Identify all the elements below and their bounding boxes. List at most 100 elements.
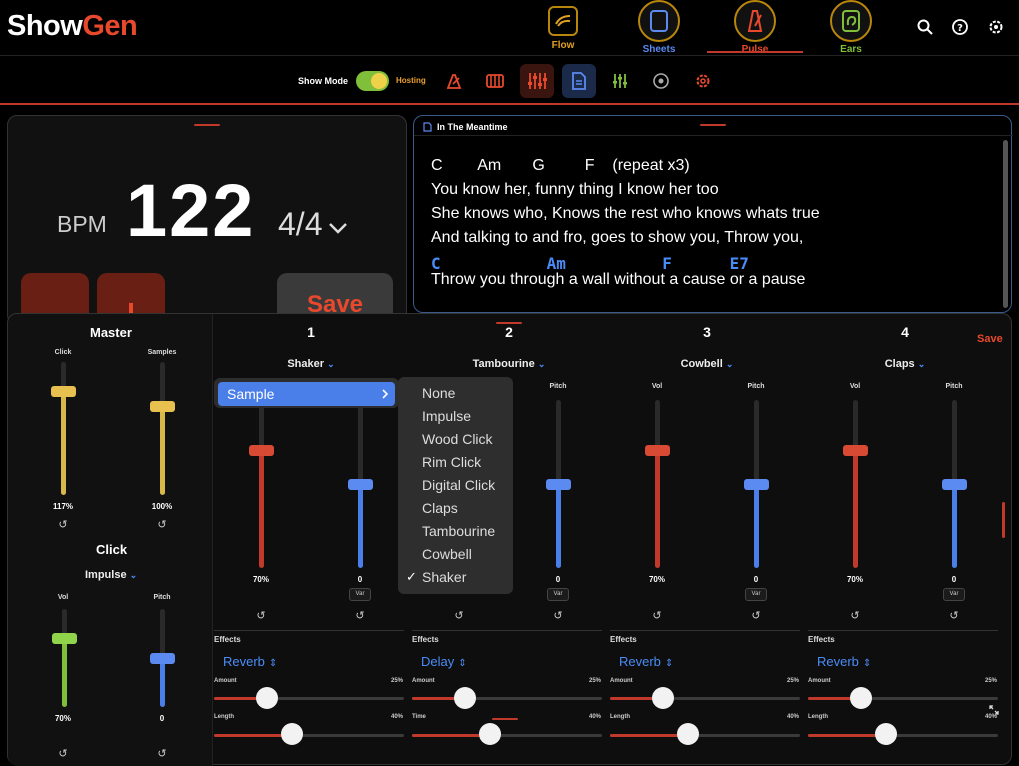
reset-icon[interactable]: ↺ bbox=[947, 609, 961, 622]
channel-vol-slider-thumb[interactable] bbox=[843, 445, 868, 457]
channel-pitch-slider-thumb[interactable] bbox=[744, 479, 769, 490]
chevron-down-icon: ⌄ bbox=[129, 570, 138, 580]
effect-select[interactable]: Delay ⇕ bbox=[421, 654, 467, 669]
samples-level-slider-thumb[interactable] bbox=[150, 400, 175, 412]
nav-tab-ears[interactable]: Ears bbox=[803, 0, 899, 56]
master-title: Master bbox=[90, 325, 132, 340]
click-level-slider-thumb[interactable] bbox=[51, 386, 76, 398]
record-tool-button[interactable] bbox=[644, 64, 678, 98]
menu-item-sample[interactable]: Sample bbox=[218, 382, 395, 406]
submenu-item[interactable]: Tambourine bbox=[422, 523, 495, 539]
submenu-item[interactable]: None bbox=[422, 385, 455, 401]
channel-vol-slider-thumb[interactable] bbox=[249, 445, 274, 457]
reset-icon[interactable]: ↺ bbox=[353, 609, 367, 622]
nav-tab-pulse[interactable]: Pulse bbox=[707, 0, 803, 56]
nav-tab-label: Flow bbox=[551, 40, 575, 51]
channel-sound-value: Shaker bbox=[287, 358, 325, 370]
param-knob[interactable] bbox=[478, 723, 501, 745]
submenu-item[interactable]: Shaker bbox=[422, 569, 466, 585]
search-icon[interactable] bbox=[916, 18, 934, 36]
time-signature-select[interactable]: 4/4 bbox=[278, 206, 348, 243]
channel-number: 2 bbox=[505, 324, 513, 340]
lyric-line: And talking to and fro, goes to show you… bbox=[431, 229, 804, 246]
reset-icon[interactable]: ↺ bbox=[650, 609, 664, 622]
nav-tab-flow[interactable]: Flow bbox=[515, 0, 611, 56]
submenu-item[interactable]: Claps bbox=[422, 500, 458, 516]
flow-icon bbox=[555, 15, 571, 27]
channel-sound-dropdown[interactable]: Shaker ⌄ bbox=[271, 358, 351, 370]
submenu-item[interactable]: Impulse bbox=[422, 408, 471, 424]
amount-fill bbox=[412, 697, 460, 700]
reset-icon[interactable]: ↺ bbox=[254, 609, 268, 622]
settings-tool-button[interactable] bbox=[686, 64, 720, 98]
reset-icon[interactable]: ↺ bbox=[749, 609, 763, 622]
chevron-updown-icon: ⇕ bbox=[458, 658, 467, 669]
channel-pitch-slider-thumb[interactable] bbox=[942, 479, 967, 490]
click-pitch-slider-thumb[interactable] bbox=[150, 653, 175, 664]
amount-fill bbox=[214, 697, 262, 700]
mixer-scrollbar[interactable] bbox=[1002, 502, 1005, 538]
show-mode-toggle[interactable] bbox=[356, 71, 389, 91]
param-knob[interactable] bbox=[874, 723, 897, 745]
effect-value: Reverb bbox=[223, 654, 265, 669]
reset-icon[interactable]: ↺ bbox=[452, 609, 466, 622]
channel-pitch-slider-track[interactable] bbox=[744, 400, 769, 568]
nav-tab-sheets[interactable]: Sheets bbox=[611, 0, 707, 56]
param-knob[interactable] bbox=[676, 723, 699, 745]
channel-pitch-slider-track[interactable] bbox=[546, 400, 571, 568]
active-tab-underline bbox=[707, 51, 803, 53]
submenu-item[interactable]: Wood Click bbox=[422, 431, 493, 447]
variation-button[interactable]: Var bbox=[943, 588, 965, 601]
mixer-save-button[interactable]: Save bbox=[977, 333, 1003, 345]
click-vol-slider-track[interactable] bbox=[52, 609, 77, 707]
channel-sound-dropdown[interactable]: Claps ⌄ bbox=[865, 358, 945, 370]
param-knob[interactable] bbox=[280, 723, 303, 745]
reset-icon[interactable]: ↺ bbox=[848, 609, 862, 622]
channel-vol-slider-track[interactable] bbox=[843, 400, 868, 568]
channel-vol-slider-track[interactable] bbox=[645, 400, 670, 568]
channel-pitch-slider-thumb[interactable] bbox=[348, 479, 373, 490]
click-pitch-slider-track[interactable] bbox=[150, 609, 175, 707]
effect-select[interactable]: Reverb ⇕ bbox=[619, 654, 673, 669]
help-icon[interactable]: ? bbox=[951, 18, 969, 36]
effect-select[interactable]: Reverb ⇕ bbox=[817, 654, 871, 669]
channel-sound-dropdown[interactable]: Cowbell ⌄ bbox=[667, 358, 747, 370]
reset-icon[interactable]: ↺ bbox=[56, 747, 70, 760]
bpm-value[interactable]: 122 bbox=[126, 168, 255, 253]
click-level-slider-track[interactable] bbox=[51, 362, 76, 495]
click-vol-slider-thumb[interactable] bbox=[52, 633, 77, 645]
mixer-tool-button[interactable] bbox=[520, 64, 554, 98]
effect-select[interactable]: Reverb ⇕ bbox=[223, 654, 277, 669]
variation-button[interactable]: Var bbox=[547, 588, 569, 601]
metronome-tool-button[interactable] bbox=[437, 64, 471, 98]
channel-pitch-slider-thumb[interactable] bbox=[546, 479, 571, 490]
submenu-item[interactable]: Rim Click bbox=[422, 454, 481, 470]
sheet-tool-button[interactable] bbox=[562, 64, 596, 98]
channel-number: 1 bbox=[307, 324, 315, 340]
variation-button[interactable]: Var bbox=[745, 588, 767, 601]
channel-vol-slider-track[interactable] bbox=[249, 400, 274, 568]
drag-handle[interactable] bbox=[194, 124, 220, 126]
samples-level-slider-track[interactable] bbox=[150, 362, 175, 495]
click-sound-dropdown[interactable]: Impulse ⌄ bbox=[85, 569, 137, 581]
reset-icon[interactable]: ↺ bbox=[56, 518, 70, 531]
document-icon bbox=[423, 122, 432, 132]
param-fill bbox=[214, 734, 290, 737]
reset-icon[interactable]: ↺ bbox=[155, 518, 169, 531]
reset-icon[interactable]: ↺ bbox=[551, 609, 565, 622]
channel-pitch-slider-track[interactable] bbox=[942, 400, 967, 568]
sheet-scrollbar[interactable] bbox=[1003, 140, 1008, 308]
piano-tool-button[interactable] bbox=[478, 64, 512, 98]
drag-handle[interactable] bbox=[492, 718, 518, 720]
submenu-item[interactable]: Cowbell bbox=[422, 546, 472, 562]
amount-label: Amount bbox=[610, 678, 633, 684]
variation-button[interactable]: Var bbox=[349, 588, 371, 601]
submenu-item[interactable]: Digital Click bbox=[422, 477, 495, 493]
channel-vol-slider-thumb[interactable] bbox=[645, 445, 670, 457]
channel-pitch-slider-track[interactable] bbox=[348, 400, 373, 568]
pitch-value: 0 bbox=[951, 575, 957, 584]
eq-tool-button[interactable] bbox=[603, 64, 637, 98]
reset-icon[interactable]: ↺ bbox=[155, 747, 169, 760]
settings-gear-icon[interactable] bbox=[987, 18, 1005, 36]
channel-sound-dropdown[interactable]: Tambourine ⌄ bbox=[469, 358, 549, 370]
